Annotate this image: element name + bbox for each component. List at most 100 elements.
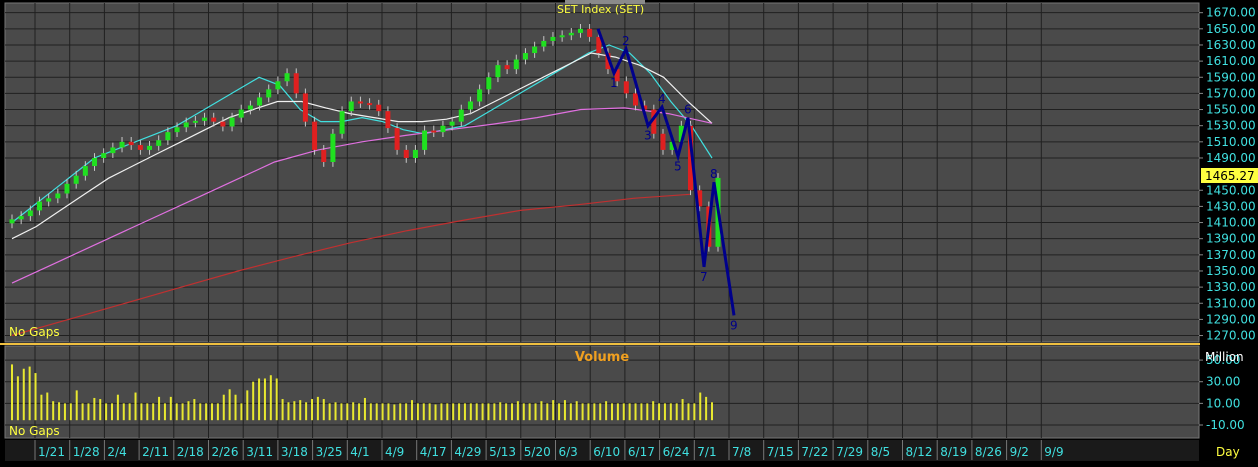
candle-body [247, 105, 253, 110]
volume-bar [93, 397, 96, 421]
x-tick-label: 6/17 [628, 445, 655, 459]
candle-body [348, 101, 354, 112]
stock-chart: 1 2 3 4 5 6 7 8 9 1670.00 1650.00 1630.00 1610.00 15… [0, 0, 1258, 463]
candle-body [522, 53, 528, 60]
price-tick-label: 1650.00 [1206, 22, 1256, 36]
candle-body [266, 89, 272, 98]
volume-bar [381, 403, 384, 421]
volume-bar [616, 403, 619, 421]
x-tick-label: 7/29 [836, 445, 863, 459]
volume-bar [199, 403, 202, 421]
candle-body [55, 193, 61, 199]
volume-bar [622, 403, 625, 421]
chart-title: SET Index (SET) [557, 3, 644, 16]
x-tick-label: 8/19 [940, 445, 967, 459]
volume-bar [140, 403, 143, 421]
volume-bar [452, 403, 455, 421]
volume-bar [34, 373, 37, 421]
volume-bar [563, 400, 566, 421]
candle-body [92, 157, 98, 167]
candle-body [357, 101, 363, 104]
volume-bar [387, 403, 390, 421]
volume-bar [705, 396, 708, 421]
volume-bar [287, 402, 290, 421]
candle-body [486, 77, 492, 90]
volume-bar [434, 404, 437, 421]
price-tick-label: 1550.00 [1206, 103, 1256, 117]
volume-bar [305, 402, 308, 421]
candle-body [458, 109, 464, 122]
volume-bar [146, 403, 149, 421]
volume-bar [122, 403, 125, 421]
candle-body [192, 120, 198, 123]
price-tick-label: 1290.00 [1206, 312, 1256, 326]
x-tick-label: 2/18 [177, 445, 204, 459]
volume-bar [699, 392, 702, 421]
x-tick-label: 9/2 [1010, 445, 1029, 459]
volume-bar [352, 402, 355, 421]
candle-body [229, 117, 235, 127]
volume-bar [481, 403, 484, 421]
candle-body [504, 65, 510, 70]
candle-body [174, 127, 180, 133]
volume-bar [534, 403, 537, 421]
volume-bar [499, 402, 502, 421]
volume-bar [75, 390, 78, 421]
candle-body [568, 32, 574, 36]
volume-bar [293, 401, 296, 421]
volume-bar [328, 403, 331, 421]
volume-bar [16, 376, 19, 421]
candle-body [156, 140, 162, 146]
wave-label: 5 [674, 159, 682, 173]
candle-body [577, 28, 583, 33]
candle-body [367, 103, 373, 106]
volume-bar [528, 403, 531, 421]
volume-bar [640, 403, 643, 421]
price-tick-label: 1450.00 [1206, 183, 1256, 197]
candle-body [101, 153, 107, 158]
candle-body [220, 121, 226, 127]
candle-body [110, 147, 116, 154]
candle-body [82, 166, 88, 176]
volume-bar [428, 403, 431, 421]
candle-body [623, 81, 629, 94]
volume-tick-label: 30.00 [1206, 375, 1240, 389]
candle-body [330, 133, 336, 163]
volume-bar [569, 403, 572, 421]
volume-bar [175, 403, 178, 421]
candle-body [312, 121, 318, 150]
volume-bar [416, 403, 419, 421]
candle-body [477, 89, 483, 102]
volume-bar [693, 403, 696, 421]
x-tick-label: 8/5 [871, 445, 890, 459]
volume-bar [652, 401, 655, 421]
chart-canvas: 1 2 3 4 5 6 7 8 9 1670.00 1650.00 1630.00 1610.00 15… [0, 0, 1258, 463]
volume-bar [63, 403, 66, 421]
candle-body [431, 130, 437, 133]
wave-label: 3 [644, 129, 652, 143]
price-tick-label: 1610.00 [1206, 54, 1256, 68]
volume-bar [593, 403, 596, 421]
x-tick-label: 9/9 [1044, 445, 1063, 459]
price-tick-label: 1510.00 [1206, 135, 1256, 149]
candle-body [376, 104, 382, 112]
volume-bar [105, 403, 108, 421]
price-tick-label: 1490.00 [1206, 151, 1256, 165]
x-axis-unit: Day [1216, 445, 1240, 459]
volume-bar [322, 399, 325, 421]
volume-bar [163, 403, 166, 421]
price-panel [4, 2, 1200, 343]
volume-bar [316, 396, 319, 421]
volume-bar [575, 401, 578, 421]
candle-body [9, 219, 15, 224]
volume-bar [522, 403, 525, 421]
volume-bar [516, 401, 519, 421]
volume-bar [669, 403, 672, 421]
wave-label: 8 [710, 167, 718, 181]
volume-bar [552, 400, 555, 421]
volume-tick-label: -10.00 [1206, 418, 1245, 432]
candle-body [147, 145, 153, 150]
volume-bar [246, 390, 249, 421]
volume-bar [611, 403, 613, 421]
x-tick-label: 3/25 [316, 445, 343, 459]
